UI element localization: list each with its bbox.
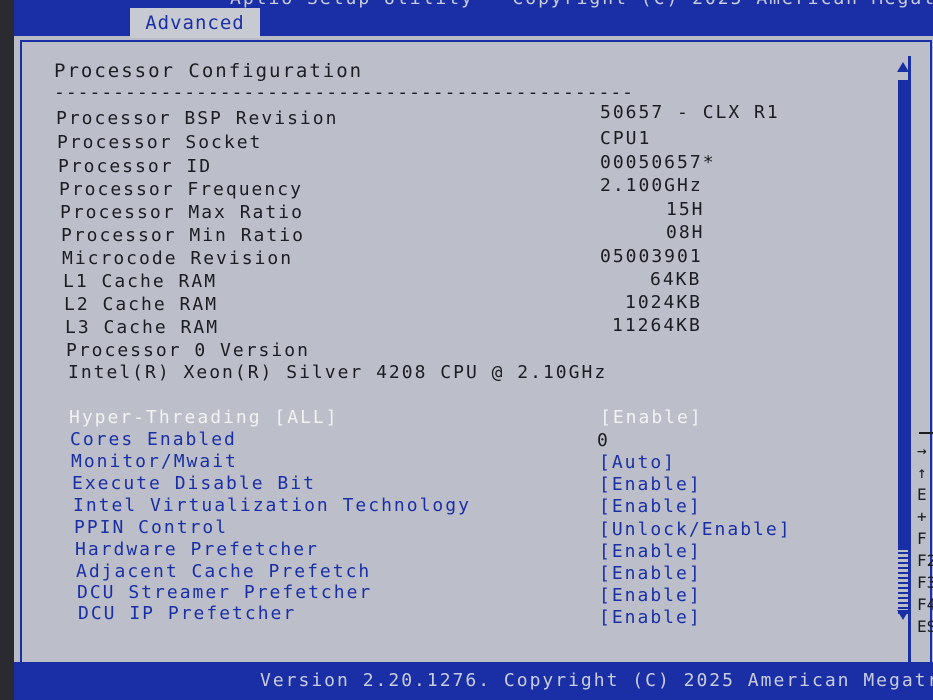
option-execute-disable-bit[interactable]: Execute Disable Bit bbox=[72, 473, 316, 494]
info-value: 50657 - CLX R1 bbox=[600, 102, 780, 123]
option-adjacent-cache-prefetch[interactable]: Adjacent Cache Prefetch bbox=[76, 561, 371, 582]
info-value: 15H bbox=[666, 199, 705, 220]
settings-list: Processor Configuration ----------------… bbox=[22, 42, 909, 662]
option-value[interactable]: [Enable] bbox=[599, 474, 702, 495]
help-key: F2 bbox=[917, 551, 933, 570]
option-intel-virtualization[interactable]: Intel Virtualization Technology bbox=[73, 495, 471, 516]
info-label: Processor ID bbox=[58, 156, 213, 177]
info-value: 64KB bbox=[650, 269, 702, 290]
section-title: Processor Configuration bbox=[54, 60, 364, 82]
settings-panel: Processor Configuration ----------------… bbox=[20, 40, 932, 664]
option-value[interactable]: [Auto] bbox=[599, 452, 676, 473]
option-value[interactable]: [Enable] bbox=[599, 541, 702, 562]
info-label: L3 Cache RAM bbox=[65, 317, 220, 338]
version-text: Version 2.20.1276. Copyright (C) 2025 Am… bbox=[260, 670, 933, 691]
help-key: → bbox=[917, 441, 927, 460]
info-label: Processor Max Ratio bbox=[60, 202, 304, 223]
info-value: 2.100GHz bbox=[600, 175, 703, 196]
info-value: 00050657* bbox=[600, 152, 716, 173]
option-value[interactable]: [Enable] bbox=[600, 407, 703, 428]
info-label: Microcode Revision bbox=[62, 248, 294, 269]
help-key: E bbox=[917, 485, 927, 504]
option-ppin-control[interactable]: PPIN Control bbox=[74, 517, 228, 538]
info-value: CPU1 bbox=[600, 128, 652, 149]
help-key: ES bbox=[917, 617, 933, 636]
option-monitor-mwait[interactable]: Monitor/Mwait bbox=[71, 451, 238, 472]
cpu-version-text: Intel(R) Xeon(R) Silver 4208 CPU @ 2.10G… bbox=[68, 362, 608, 383]
option-value[interactable]: [Enable] bbox=[599, 563, 702, 584]
help-divider bbox=[919, 432, 933, 434]
info-label: Processor Min Ratio bbox=[61, 225, 305, 246]
info-label: Processor Socket bbox=[57, 132, 263, 153]
section-separator: ----------------------------------------… bbox=[54, 82, 635, 103]
help-key: F4 bbox=[917, 595, 933, 614]
option-value[interactable]: [Unlock/Enable] bbox=[599, 519, 792, 540]
help-key: + bbox=[917, 507, 927, 526]
info-value: 11264KB bbox=[612, 315, 702, 336]
info-label: Processor BSP Revision bbox=[56, 108, 339, 129]
title-bar: Aptio Setup Utility - Copyright (C) 2025… bbox=[14, 0, 933, 38]
info-value: 1024KB bbox=[625, 292, 703, 313]
help-key: F3 bbox=[917, 573, 933, 592]
option-dcu-ip-prefetcher[interactable]: DCU IP Prefetcher bbox=[78, 603, 296, 624]
scroll-thumb[interactable] bbox=[898, 80, 908, 550]
info-label: L1 Cache RAM bbox=[63, 271, 218, 292]
help-key: F bbox=[917, 529, 927, 548]
option-cores-enabled[interactable]: Cores Enabled bbox=[70, 429, 237, 450]
option-value[interactable]: [Enable] bbox=[599, 496, 702, 517]
setup-title: Aptio Setup Utility - Copyright (C) 2025… bbox=[230, 0, 933, 9]
footer-bar: Version 2.20.1276. Copyright (C) 2025 Am… bbox=[14, 662, 933, 700]
option-value[interactable]: [Enable] bbox=[599, 585, 702, 606]
option-hardware-prefetcher[interactable]: Hardware Prefetcher bbox=[75, 539, 319, 560]
info-label: Processor 0 Version bbox=[66, 340, 310, 361]
info-label: L2 Cache RAM bbox=[64, 294, 219, 315]
option-hyper-threading[interactable]: Hyper-Threading [ALL] bbox=[69, 407, 339, 428]
tab-advanced[interactable]: Advanced bbox=[130, 8, 260, 38]
panel-divider bbox=[908, 56, 911, 662]
info-value: 08H bbox=[666, 222, 705, 243]
bios-screen: Aptio Setup Utility - Copyright (C) 2025… bbox=[14, 0, 933, 700]
option-dcu-streamer-prefetcher[interactable]: DCU Streamer Prefetcher bbox=[77, 582, 372, 603]
option-value[interactable]: [Enable] bbox=[599, 607, 702, 628]
info-label: Processor Frequency bbox=[59, 179, 303, 200]
help-key: ↑ bbox=[917, 463, 927, 482]
option-value[interactable]: 0 bbox=[597, 430, 610, 451]
scroll-track-ticks bbox=[898, 552, 908, 614]
info-value: 05003901 bbox=[600, 246, 703, 267]
help-keys: → ↑ E + F F2 F3 F4 ES bbox=[917, 440, 933, 638]
